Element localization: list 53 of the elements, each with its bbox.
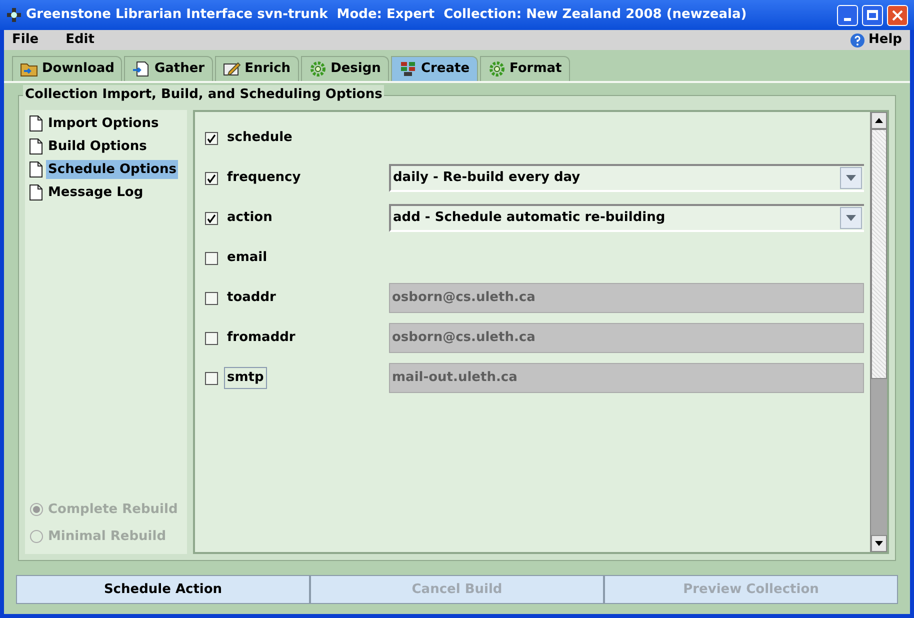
maximize-button[interactable]	[862, 4, 883, 26]
checkbox[interactable]	[205, 212, 218, 224]
pencil-icon	[222, 61, 241, 77]
dropdown-arrow-button[interactable]	[840, 207, 862, 229]
page-icon	[29, 161, 43, 178]
option-label: smtp	[224, 367, 267, 389]
minimize-button[interactable]	[837, 4, 858, 26]
blocks-icon	[398, 61, 417, 77]
window-title: Greenstone Librarian Interface svn-trunk Mode: Expert Collection: New Zealand 2008 (newzeala)	[26, 6, 748, 24]
option-label: email	[226, 249, 268, 268]
close-button[interactable]	[887, 4, 908, 26]
sidebar-item[interactable]: Message Log	[46, 182, 146, 202]
menu-item[interactable]: Edit	[66, 30, 94, 50]
checkbox[interactable]	[205, 172, 218, 184]
close-icon	[892, 10, 903, 20]
action-button[interactable]: Schedule Action	[16, 575, 310, 604]
option-label: fromaddr	[226, 329, 296, 348]
sidebar-item[interactable]: Import Options	[46, 114, 161, 134]
option-label: frequency	[226, 169, 302, 188]
checkbox[interactable]	[205, 252, 218, 264]
folder-icon	[20, 61, 38, 77]
down-arrow-icon[interactable]	[875, 541, 883, 546]
up-arrow-icon[interactable]	[875, 118, 883, 123]
page-icon	[29, 184, 43, 201]
caret-icon	[846, 175, 856, 181]
dropdown[interactable]: daily - Re-build every day	[389, 164, 864, 192]
radio-label: Minimal Rebuild	[48, 528, 166, 546]
scrollbar[interactable]	[870, 112, 887, 552]
dropdown[interactable]: add - Schedule automatic re-building	[389, 204, 864, 232]
help-menu[interactable]: Help	[868, 30, 902, 50]
option-label: toaddr	[226, 289, 277, 308]
page-icon	[29, 115, 43, 132]
menu-item[interactable]: File	[12, 30, 39, 50]
caret-icon	[846, 215, 856, 221]
tab[interactable]: Enrich	[214, 56, 299, 81]
help-icon	[850, 32, 865, 48]
tab[interactable]: Download	[12, 56, 122, 81]
tab[interactable]: Gather	[124, 56, 213, 81]
dropdown-arrow-button[interactable]	[840, 167, 862, 189]
sidebar-item[interactable]: Schedule Options	[46, 160, 178, 180]
tab[interactable]: Create	[390, 56, 478, 81]
radio-label: Complete Rebuild	[48, 500, 178, 519]
gear-icon	[308, 61, 327, 77]
gear-icon	[488, 61, 506, 77]
page-icon	[29, 138, 43, 155]
app-icon	[6, 7, 22, 23]
tab[interactable]: Design	[300, 56, 389, 81]
document-icon	[132, 61, 150, 77]
sidebar-item[interactable]: Build Options	[46, 136, 149, 156]
tab[interactable]: Format	[480, 56, 570, 81]
checkbox[interactable]	[205, 132, 218, 144]
option-label: schedule	[226, 129, 294, 148]
option-label: action	[226, 209, 274, 228]
